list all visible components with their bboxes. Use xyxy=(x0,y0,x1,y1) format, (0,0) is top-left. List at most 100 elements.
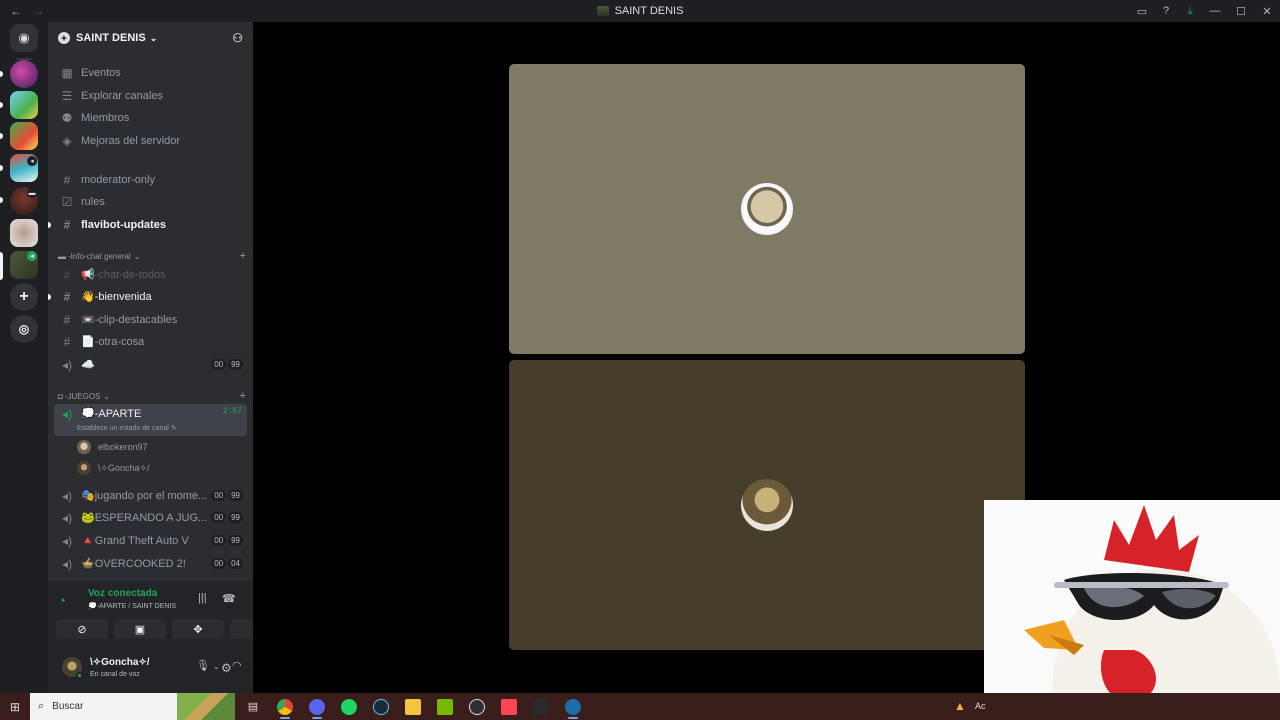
minimize-icon[interactable]: — xyxy=(1202,0,1228,22)
channel-moderator-only[interactable]: # moderator-only xyxy=(54,169,247,190)
screen-share-icon[interactable]: ▣ xyxy=(114,619,166,639)
windows-start-icon[interactable]: ⊞ xyxy=(0,693,30,720)
participant-tile[interactable] xyxy=(509,64,1025,354)
set-channel-status[interactable]: Establece un estado de canal ✎ xyxy=(77,424,177,432)
search-icon: ⌕ xyxy=(38,700,45,712)
user-limit: 04 xyxy=(228,558,243,569)
disconnect-icon[interactable]: ☎ xyxy=(222,592,236,605)
channel-label: 🍲OVERCOOKED 2! xyxy=(81,558,186,570)
taskbar-search[interactable]: ⌕ Buscar xyxy=(30,693,235,720)
signal-icon[interactable]: ◔ xyxy=(58,593,66,608)
hash-icon: # xyxy=(63,289,71,304)
help-icon[interactable]: ? xyxy=(1154,0,1178,22)
category-juegos[interactable]: ◘ -JUEGOS ⌄ + xyxy=(58,390,246,402)
speaker-icon: ◂) xyxy=(61,357,73,372)
menu-events[interactable]: ▦ Eventos xyxy=(54,62,247,83)
discord-home-icon[interactable]: ◉ xyxy=(10,24,38,52)
maximize-icon[interactable]: ☐ xyxy=(1228,0,1254,22)
server-name: SAINT DENIS xyxy=(76,32,146,44)
participant-tile[interactable] xyxy=(509,360,1025,650)
valorant-icon[interactable] xyxy=(493,693,525,720)
hash-icon: # xyxy=(63,217,71,232)
download-icon[interactable]: ⤓ xyxy=(1178,0,1202,22)
steam-alt-icon[interactable] xyxy=(557,693,589,720)
steam-icon[interactable] xyxy=(365,693,397,720)
voice-channel-cloud[interactable]: ◂) ☁️ 00 99 xyxy=(54,354,247,375)
channel-label: 📢-chat-de-todos xyxy=(81,269,166,281)
user-count: 00 xyxy=(211,490,227,501)
voice-user[interactable]: elbokeron97 xyxy=(77,438,148,456)
voice-channel-jugando[interactable]: ◂) 🎭jugando por el mome... 00 99 xyxy=(54,485,247,506)
close-icon[interactable]: ✕ xyxy=(1254,0,1280,22)
taskbar-apps: ▤ xyxy=(237,693,589,720)
server-icon-6[interactable] xyxy=(10,219,38,247)
history-nav: ← → xyxy=(10,4,44,18)
chrome-icon[interactable] xyxy=(269,693,301,720)
voice-channel-gta-v[interactable]: ◂) 🔺Grand Theft Auto V 00 99 xyxy=(54,530,247,551)
channel-label: flavibot-updates xyxy=(81,218,166,231)
voice-speaker-icon: ◂ xyxy=(27,156,37,166)
server-unread-pill xyxy=(0,71,3,77)
user-count: 00 xyxy=(211,512,227,523)
menu-server-boost[interactable]: ◈ Mejoras del servidor xyxy=(54,130,247,151)
chevron-down-icon[interactable]: ⌄ xyxy=(213,662,220,671)
voice-channel-esperando[interactable]: ◂) 🐸ESPERANDO A JUG... 00 99 xyxy=(54,507,247,528)
channel-otra-cosa[interactable]: # 📄-otra-cosa xyxy=(54,331,247,352)
voice-user-name: \✧Goncha✧/ xyxy=(98,462,150,473)
chevron-down-icon: ⌄ xyxy=(149,32,158,43)
invite-people-icon[interactable]: ⚇ xyxy=(232,31,243,45)
server-icon-2[interactable] xyxy=(10,91,38,119)
channel-clip-destacables[interactable]: # 📼-clip-destacables xyxy=(54,309,247,330)
back-arrow-icon[interactable]: ← xyxy=(10,4,22,18)
avatar xyxy=(77,440,91,454)
voice-user[interactable]: \✧Goncha✧/ xyxy=(77,459,150,477)
menu-members[interactable]: ⚉ Miembros xyxy=(54,107,247,128)
voice-channel-overcooked[interactable]: ◂) 🍲OVERCOOKED 2! 00 04 xyxy=(54,553,247,574)
server-thumbnail-icon xyxy=(596,6,609,16)
channel-label: ☁️ xyxy=(81,359,95,371)
headphones-icon[interactable]: ◠ xyxy=(232,659,242,672)
user-limit: 99 xyxy=(228,490,243,501)
server-icon-1[interactable] xyxy=(10,60,38,88)
discord-icon[interactable] xyxy=(301,693,333,720)
warning-icon[interactable]: ▲ xyxy=(954,699,966,713)
voice-channel-link[interactable]: 💭-APARTE / SAINT DENIS xyxy=(88,602,176,610)
discover-icon[interactable]: ◎ xyxy=(10,315,38,343)
server-icon-3[interactable] xyxy=(10,122,38,150)
settings-gear-icon[interactable]: ⚙ xyxy=(221,661,232,675)
noise-suppression-icon[interactable]: ||| xyxy=(198,592,207,604)
hash-icon: # xyxy=(63,334,71,349)
channel-bienvenida[interactable]: # 👋-bienvenida xyxy=(54,286,247,307)
camera-off-icon[interactable]: ⊘ xyxy=(56,619,108,639)
server-header[interactable]: ✦ SAINT DENIS ⌄ ⚇ xyxy=(48,22,253,54)
voice-timer: 2:57 xyxy=(222,407,242,416)
voice-active-icon: ◂ xyxy=(27,251,37,261)
category-info-chat[interactable]: ▬ -Info-chat general ⌄ + xyxy=(58,250,246,262)
user-limit-counts: 00 99 xyxy=(211,359,243,370)
inbox-icon[interactable]: ▭ xyxy=(1130,0,1154,22)
explorer-icon[interactable] xyxy=(397,693,429,720)
obs-icon[interactable] xyxy=(461,693,493,720)
add-channel-icon[interactable]: + xyxy=(240,390,246,402)
speaker-icon: ◂) xyxy=(61,556,73,571)
channel-flavibot-updates[interactable]: # flavibot-updates xyxy=(54,214,247,235)
add-channel-icon[interactable]: + xyxy=(240,250,246,262)
title-bar-actions: ▭ ? ⤓ — ☐ ✕ xyxy=(1130,0,1280,22)
forward-arrow-icon[interactable]: → xyxy=(32,4,44,18)
channel-rules[interactable]: ☑ rules xyxy=(54,191,247,212)
activities-icon[interactable]: ✥ xyxy=(172,619,224,639)
hash-icon: # xyxy=(63,267,71,282)
add-server-icon[interactable]: + xyxy=(10,283,38,311)
chevron-down-icon: ⌄ xyxy=(133,251,141,261)
epic-icon[interactable] xyxy=(525,693,557,720)
server-unread-pill xyxy=(0,133,3,139)
task-view-icon[interactable]: ▤ xyxy=(237,693,269,720)
speaker-icon: ◂) xyxy=(61,510,73,525)
microphone-icon[interactable]: 🎙 xyxy=(196,659,210,672)
nvidia-icon[interactable] xyxy=(429,693,461,720)
menu-browse-channels[interactable]: ☰ Explorar canales xyxy=(54,85,247,106)
window-title: SAINT DENIS xyxy=(0,5,1280,17)
channel-chat-de-todos[interactable]: # 📢-chat-de-todos xyxy=(54,264,247,285)
voice-user-name: elbokeron97 xyxy=(98,442,148,452)
spotify-icon[interactable] xyxy=(333,693,365,720)
